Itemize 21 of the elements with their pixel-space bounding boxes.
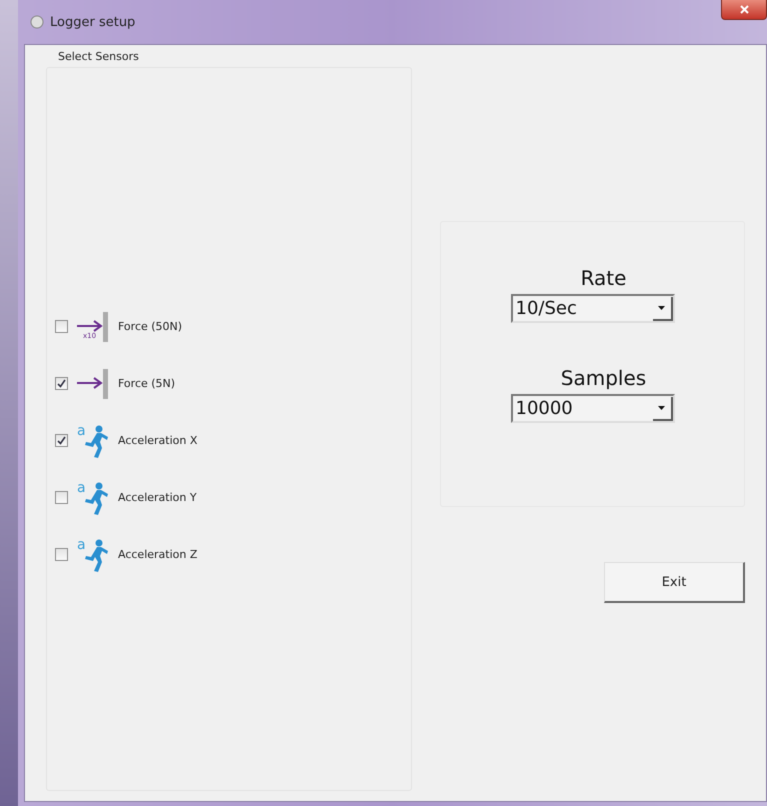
checkbox[interactable] [55, 320, 68, 333]
field-label: Samples [560, 366, 646, 390]
checkbox[interactable] [55, 434, 68, 447]
exit-button[interactable]: Exit [604, 562, 745, 603]
sensor-label: Force (5N) [118, 377, 176, 390]
checkbox[interactable] [55, 491, 68, 504]
sensor-label: Acceleration X [118, 434, 198, 447]
rate-dropdown[interactable]: 10/Sec [510, 294, 674, 323]
caret-icon [658, 306, 665, 310]
close-button[interactable] [721, 0, 767, 20]
sensor-label: Acceleration Y [118, 491, 197, 504]
checkbox[interactable] [55, 548, 68, 561]
caret-icon [658, 406, 665, 410]
close-icon [740, 5, 748, 14]
sensor-label: Force (50N) [118, 320, 182, 333]
window-title: Logger setup [50, 14, 136, 30]
app-icon [30, 15, 44, 29]
field-label: Rate [580, 266, 626, 290]
checkbox[interactable] [55, 377, 68, 390]
samples-dropdown[interactable]: 10000 [510, 394, 674, 423]
sensor-label: Acceleration Z [118, 548, 198, 561]
